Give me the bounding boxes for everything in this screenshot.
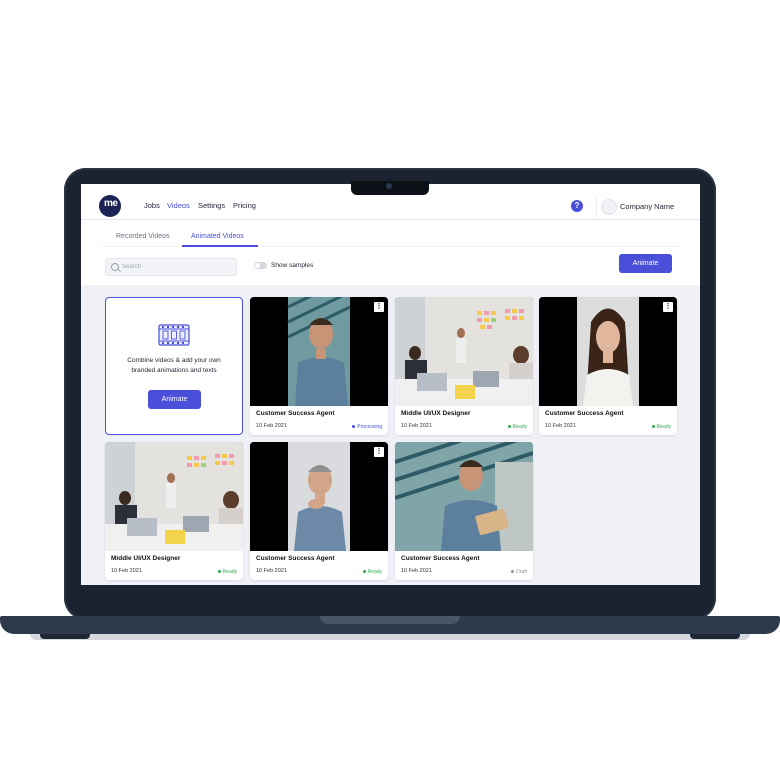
video-date: 10 Feb 2021 (256, 568, 287, 574)
video-card[interactable]: ⋮ Customer Success Agent 10 Feb 2021 Rea… (539, 297, 677, 435)
logo-text: me (104, 198, 118, 209)
video-thumbnail (105, 442, 243, 551)
status-badge: Ready (217, 569, 237, 575)
video-card[interactable]: Middle UI/UX Designer 10 Feb 2021 Ready (395, 297, 533, 435)
video-thumbnail (395, 297, 533, 406)
status-dot-icon (352, 425, 356, 429)
video-date: 10 Feb 2021 (111, 568, 142, 574)
status-text: Processing (357, 424, 382, 430)
status-dot-icon (507, 425, 511, 429)
company-name: Company Name (620, 202, 675, 211)
help-icon[interactable]: ? (571, 200, 583, 212)
app-logo[interactable]: me (99, 195, 121, 217)
company-menu[interactable]: Company Name (596, 195, 677, 217)
tab-animated-videos[interactable]: Animated Videos (191, 233, 244, 240)
company-logo-icon (601, 199, 617, 215)
status-text: Draft (516, 569, 527, 575)
status-dot-icon (511, 570, 515, 574)
status-text: Ready (222, 569, 237, 575)
status-dot-icon (651, 425, 655, 429)
camera-icon (386, 183, 392, 189)
status-badge: Draft (511, 569, 527, 575)
search-box[interactable] (105, 258, 237, 276)
laptop-foot (690, 634, 740, 639)
video-title: Middle UI/UX Designer (401, 410, 471, 417)
more-options-icon[interactable]: ⋮ (663, 302, 673, 312)
nav-link-videos[interactable]: Videos (167, 201, 190, 210)
more-options-icon[interactable]: ⋮ (374, 302, 384, 312)
video-date: 10 Feb 2021 (401, 423, 432, 429)
video-title: Customer Success Agent (256, 410, 335, 417)
video-thumbnail (395, 442, 533, 551)
video-thumbnail: ⋮ (539, 297, 677, 406)
nav-link-settings[interactable]: Settings (198, 201, 225, 210)
video-card[interactable]: Customer Success Agent 10 Feb 2021 Draft (395, 442, 533, 580)
animate-button[interactable]: Animate (619, 254, 672, 273)
more-options-icon[interactable]: ⋮ (374, 447, 384, 457)
video-thumbnail: ⋮ (250, 442, 388, 551)
active-tab-indicator (182, 245, 258, 247)
video-title: Middle UI/UX Designer (111, 555, 181, 562)
status-dot-icon (217, 570, 221, 574)
status-dot-icon (362, 570, 366, 574)
create-card-description: Combine videos & add your own branded an… (127, 357, 221, 374)
video-date: 10 Feb 2021 (256, 423, 287, 429)
status-badge: Ready (507, 424, 527, 430)
search-input[interactable] (122, 262, 222, 272)
video-card[interactable]: ⋮ Customer Success Agent 10 Feb 2021 Pro… (250, 297, 388, 435)
laptop-foot (40, 634, 90, 639)
film-strip-icon (158, 324, 190, 346)
video-card[interactable]: ⋮ Customer Success Agent 10 Feb 2021 Rea… (250, 442, 388, 580)
search-icon (111, 263, 119, 271)
status-badge: Processing (352, 424, 382, 430)
video-title: Customer Success Agent (401, 555, 480, 562)
status-badge: Ready (362, 569, 382, 575)
show-samples-toggle[interactable] (254, 262, 267, 269)
status-text: Ready (367, 569, 382, 575)
laptop-opening-lip (320, 616, 460, 624)
app-screen: me Jobs Videos Settings Pricing ? Compan… (81, 184, 700, 585)
tab-recorded-videos[interactable]: Recorded Videos (116, 233, 170, 240)
status-badge: Ready (651, 424, 671, 430)
video-title: Customer Success Agent (545, 410, 624, 417)
video-date: 10 Feb 2021 (401, 568, 432, 574)
video-card[interactable]: Middle UI/UX Designer 10 Feb 2021 Ready (105, 442, 243, 580)
create-animation-card[interactable]: Combine videos & add your own branded an… (105, 297, 243, 435)
nav-link-jobs[interactable]: Jobs (144, 201, 160, 210)
nav-link-pricing[interactable]: Pricing (233, 201, 256, 210)
video-date: 10 Feb 2021 (545, 423, 576, 429)
laptop-shadow (30, 634, 750, 640)
status-text: Ready (656, 424, 671, 430)
status-text: Ready (512, 424, 527, 430)
video-thumbnail: ⋮ (250, 297, 388, 406)
show-samples-label: Show samples (271, 262, 314, 269)
create-card-animate-button[interactable]: Animate (148, 390, 201, 409)
video-title: Customer Success Agent (256, 555, 335, 562)
